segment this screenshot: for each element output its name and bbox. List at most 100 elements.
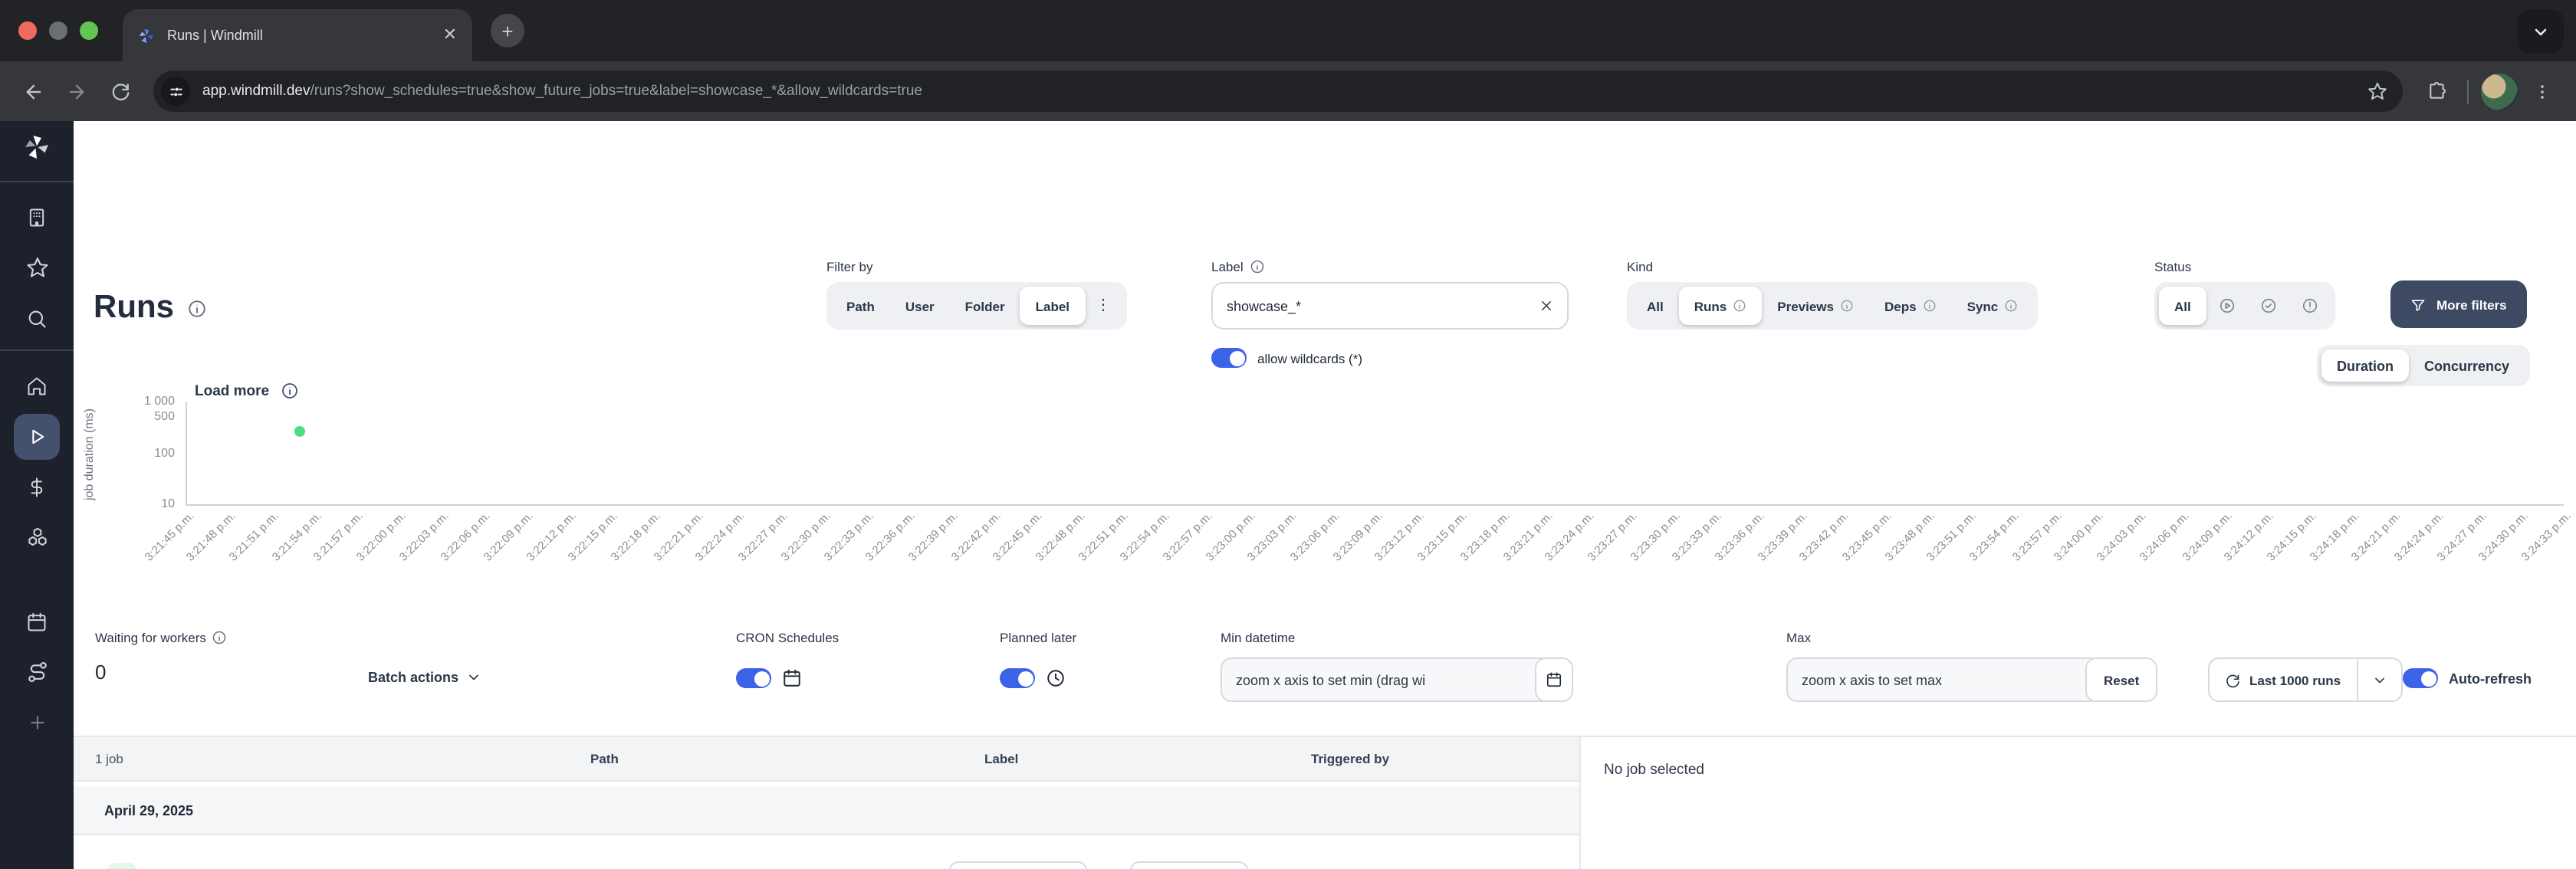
batch-actions-button[interactable]: Batch actions: [368, 670, 481, 685]
chart-x-tick: 3:24:27 p.m.: [2433, 509, 2489, 564]
chart-x-tick: 3:21:57 p.m.: [310, 509, 366, 564]
label-filter-input[interactable]: showcase_*: [1211, 282, 1569, 330]
chart-x-tick: 3:22:24 p.m.: [692, 509, 748, 564]
kind-option-sync[interactable]: Sync: [1952, 287, 2034, 325]
chart-x-tick: 3:24:21 p.m.: [2348, 509, 2404, 564]
browser-tab[interactable]: Runs | Windmill ✕: [123, 9, 472, 61]
windmill-logo[interactable]: [23, 133, 51, 161]
planned-toggle[interactable]: [1000, 668, 1035, 688]
info-icon: [1924, 300, 1936, 312]
boxes-icon: [28, 527, 46, 546]
sidebar-item-schedules[interactable]: [14, 598, 60, 644]
filter-option-folder[interactable]: Folder: [950, 287, 1020, 325]
info-icon[interactable]: [186, 298, 206, 318]
runs-range-main[interactable]: Last 1000 runs: [2210, 659, 2356, 700]
sidebar-item-search[interactable]: [14, 295, 60, 341]
view-option-concurrency[interactable]: Concurrency: [2409, 349, 2525, 382]
chart-x-tick: 3:21:48 p.m.: [183, 509, 239, 564]
bookmark-star-icon[interactable]: [2367, 81, 2387, 101]
sidebar-item-resources[interactable]: [14, 514, 60, 560]
sidebar-divider: [0, 349, 74, 351]
cron-toggle[interactable]: [736, 668, 771, 688]
chevron-down-icon: [2535, 28, 2547, 35]
kind-group: Kind All Runs Previews Deps Sync: [1627, 259, 2039, 330]
info-icon[interactable]: [1250, 259, 1265, 274]
forward-button[interactable]: [58, 73, 95, 110]
tab-search-button[interactable]: [2518, 9, 2564, 54]
screen: Runs | Windmill ✕ + app.windmill.dev/run…: [0, 0, 2576, 869]
filter-more-menu-icon[interactable]: ⋮: [1085, 287, 1122, 325]
chart-x-tick: 3:23:39 p.m.: [1754, 509, 1809, 564]
chart-x-tick: 3:23:33 p.m.: [1669, 509, 1725, 564]
site-settings-icon[interactable]: [161, 77, 190, 106]
reset-button[interactable]: Reset: [2085, 657, 2158, 702]
new-tab-button[interactable]: +: [491, 14, 524, 48]
max-datetime-label: Max: [1786, 630, 1812, 645]
app-shell: Runs Filter by Path User Folder Label ⋮ …: [0, 121, 2576, 869]
runs-range-button: Last 1000 runs: [2208, 657, 2403, 702]
browser-menu-icon[interactable]: [2524, 73, 2561, 110]
status-segmented: All: [2154, 282, 2335, 330]
label-filter-label: Label: [1211, 259, 1244, 274]
status-option-failure[interactable]: [2289, 287, 2331, 325]
sidebar-item-home[interactable]: [14, 362, 60, 408]
chart-x-tick: 3:22:45 p.m.: [990, 509, 1046, 564]
back-button[interactable]: [15, 73, 52, 110]
kind-option-all[interactable]: All: [1631, 287, 1679, 325]
chart-data-point[interactable]: [294, 426, 305, 438]
auto-refresh-toggle[interactable]: [2403, 668, 2438, 688]
sidebar-item-runs[interactable]: [14, 413, 60, 459]
tab-close-icon[interactable]: ✕: [443, 26, 457, 44]
chart-x-tick: 3:24:12 p.m.: [2221, 509, 2277, 564]
status-option-success[interactable]: [2248, 287, 2289, 325]
label-filter-group: Label showcase_*: [1211, 259, 1569, 330]
chart-x-tick: 3:23:00 p.m.: [1202, 509, 1258, 564]
sidebar-item-workers[interactable]: [14, 649, 60, 695]
status-option-all[interactable]: All: [2159, 287, 2206, 325]
clear-icon[interactable]: [1539, 299, 1553, 313]
window-controls: [18, 21, 98, 40]
filter-option-label[interactable]: Label: [1020, 287, 1086, 325]
extensions-icon[interactable]: [2418, 73, 2455, 110]
close-window-button[interactable]: [18, 21, 37, 40]
more-filters-group: More filters: [2390, 280, 2527, 328]
maximize-window-button[interactable]: [80, 21, 98, 40]
status-option-running[interactable]: [2206, 287, 2248, 325]
date-group-header: April 29, 2025: [74, 786, 1579, 835]
star-icon: [26, 257, 48, 277]
chart-x-tick: 3:22:15 p.m.: [565, 509, 621, 564]
column-triggered-by: Triggered by: [1311, 751, 1390, 766]
kind-option-previews[interactable]: Previews: [1762, 287, 1869, 325]
alert-circle-icon: [2302, 298, 2317, 313]
home-icon: [28, 376, 46, 395]
wildcards-toggle[interactable]: [1211, 348, 1247, 368]
filter-option-path[interactable]: Path: [831, 287, 890, 325]
sidebar-item-favorites[interactable]: [14, 244, 60, 290]
sidebar-item-add[interactable]: [14, 700, 60, 746]
kind-option-runs[interactable]: Runs: [1678, 287, 1763, 325]
load-more-button[interactable]: Load more: [195, 382, 298, 400]
sidebar-item-variables[interactable]: [14, 464, 60, 510]
view-option-duration[interactable]: Duration: [2321, 349, 2409, 382]
view-mode-group: Duration Concurrency: [2317, 345, 2530, 386]
no-job-selected-text: No job selected: [1604, 762, 1704, 779]
chart-x-tick: 3:23:51 p.m.: [1924, 509, 1980, 564]
address-bar[interactable]: app.windmill.dev/runs?show_schedules=tru…: [153, 71, 2403, 112]
info-icon: [1733, 300, 1746, 312]
chart-x-tick: 3:22:51 p.m.: [1075, 509, 1130, 564]
wildcards-row: allow wildcards (*): [1211, 348, 1362, 368]
min-calendar-button[interactable]: [1535, 657, 1573, 702]
avatar[interactable]: [2481, 73, 2518, 110]
sidebar-item-workspace[interactable]: [14, 194, 60, 240]
more-filters-button[interactable]: More filters: [2390, 280, 2527, 328]
play-icon: [32, 428, 44, 444]
filter-option-user[interactable]: User: [890, 287, 950, 325]
kind-option-deps[interactable]: Deps: [1869, 287, 1952, 325]
info-icon[interactable]: [212, 630, 228, 645]
runs-range-dropdown[interactable]: [2358, 659, 2400, 700]
job-row[interactable]: Started 162s ago (Ran in 0,263s total) u…: [74, 835, 1579, 869]
min-datetime-input[interactable]: zoom x axis to set min (drag wi: [1221, 657, 1573, 702]
building-icon: [29, 208, 44, 226]
reload-button[interactable]: [101, 73, 138, 110]
minimize-window-button[interactable]: [49, 21, 67, 40]
